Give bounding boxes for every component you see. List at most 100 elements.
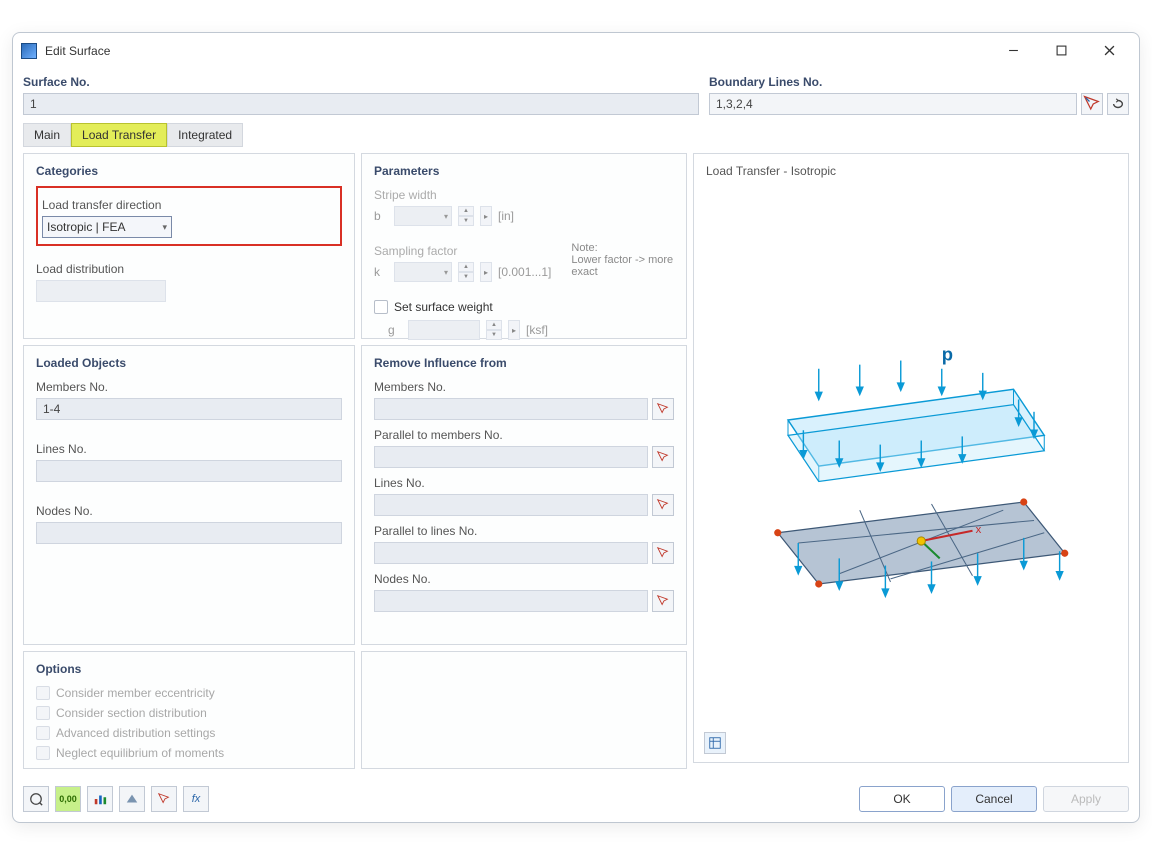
minimize-button[interactable] bbox=[995, 37, 1031, 65]
tab-load-transfer[interactable]: Load Transfer bbox=[71, 123, 167, 147]
remove-members-input[interactable] bbox=[374, 398, 648, 420]
cursor-icon[interactable] bbox=[151, 786, 177, 812]
app-icon bbox=[21, 43, 37, 59]
remove-title: Remove Influence from bbox=[374, 356, 674, 370]
bottom-bar: 0,00 fx OK Cancel Apply bbox=[13, 775, 1139, 822]
empty-panel bbox=[361, 651, 687, 769]
top-load-plate bbox=[788, 361, 1044, 482]
remove-lines-input[interactable] bbox=[374, 494, 648, 516]
tab-bar: Main Load Transfer Integrated bbox=[13, 115, 1139, 147]
neg-label: Neglect equilibrium of moments bbox=[56, 746, 224, 760]
tab-integrated[interactable]: Integrated bbox=[167, 123, 243, 147]
surface-no-input[interactable] bbox=[23, 93, 699, 115]
help-icon[interactable] bbox=[23, 786, 49, 812]
window-title: Edit Surface bbox=[45, 44, 995, 58]
pick-boundary-icon[interactable] bbox=[1081, 93, 1103, 115]
note-2: Lower factor -> more exact bbox=[571, 254, 674, 278]
note-1: Note: bbox=[571, 242, 674, 254]
weight-unit: [ksf] bbox=[526, 323, 548, 337]
remove-parallel-members-label: Parallel to members No. bbox=[374, 428, 674, 442]
stripe-arrow-icon[interactable]: ▸ bbox=[480, 206, 492, 226]
sampling-sym: k bbox=[374, 265, 388, 279]
lines-label: Lines No. bbox=[36, 442, 342, 456]
edit-surface-dialog: Edit Surface Surface No. Boundary Lines … bbox=[12, 32, 1140, 823]
pick-members-icon[interactable] bbox=[652, 398, 674, 420]
remove-parallel-lines-input[interactable] bbox=[374, 542, 648, 564]
options-title: Options bbox=[36, 662, 342, 676]
apply-button: Apply bbox=[1043, 786, 1129, 812]
remove-nodes-label: Nodes No. bbox=[374, 572, 674, 586]
boundary-lines-label: Boundary Lines No. bbox=[709, 75, 1129, 89]
nodes-input[interactable] bbox=[36, 522, 342, 544]
sampling-arrow-icon[interactable]: ▸ bbox=[480, 262, 492, 282]
adv-checkbox[interactable] bbox=[36, 726, 50, 740]
set-weight-label: Set surface weight bbox=[394, 300, 493, 314]
loop-boundary-icon[interactable] bbox=[1107, 93, 1129, 115]
load-transfer-diagram: p bbox=[706, 338, 1116, 646]
preview-title: Load Transfer - Isotropic bbox=[706, 164, 1116, 178]
remove-lines-label: Lines No. bbox=[374, 476, 674, 490]
fit-icon[interactable] bbox=[119, 786, 145, 812]
direction-highlight: Load transfer direction Isotropic | FEA … bbox=[36, 186, 342, 246]
weight-arrow-icon[interactable]: ▸ bbox=[508, 320, 520, 340]
stripe-unit: [in] bbox=[498, 209, 514, 223]
sampling-spinner[interactable]: ▲▼ bbox=[458, 262, 474, 282]
remove-nodes-input[interactable] bbox=[374, 590, 648, 612]
direction-value: Isotropic | FEA bbox=[47, 220, 125, 234]
fx-icon[interactable]: fx bbox=[183, 786, 209, 812]
remove-members-label: Members No. bbox=[374, 380, 674, 394]
stripe-label: Stripe width bbox=[374, 188, 674, 202]
titlebar: Edit Surface bbox=[13, 33, 1139, 69]
options-panel: Options Consider member eccentricity Con… bbox=[23, 651, 355, 769]
categories-panel: Categories Load transfer direction Isotr… bbox=[23, 153, 355, 339]
categories-title: Categories bbox=[36, 164, 342, 178]
pick-parallel-lines-icon[interactable] bbox=[652, 542, 674, 564]
adv-label: Advanced distribution settings bbox=[56, 726, 215, 740]
loaded-title: Loaded Objects bbox=[36, 356, 342, 370]
pick-parallel-members-icon[interactable] bbox=[652, 446, 674, 468]
close-button[interactable] bbox=[1091, 37, 1127, 65]
set-weight-checkbox[interactable] bbox=[374, 300, 388, 314]
boundary-lines-input[interactable] bbox=[709, 93, 1077, 115]
units-icon[interactable]: 0,00 bbox=[55, 786, 81, 812]
tab-main[interactable]: Main bbox=[23, 123, 71, 147]
direction-label: Load transfer direction bbox=[42, 198, 336, 212]
direction-select[interactable]: Isotropic | FEA ▾ bbox=[42, 216, 172, 238]
weight-sym: g bbox=[388, 323, 402, 337]
preview-p-label: p bbox=[942, 344, 953, 365]
stripe-spinner[interactable]: ▲▼ bbox=[458, 206, 474, 226]
distribution-input[interactable] bbox=[36, 280, 166, 302]
stripe-input[interactable]: ▾ bbox=[394, 206, 452, 226]
sampling-unit: [0.001...1] bbox=[498, 265, 551, 279]
bottom-mesh: x bbox=[774, 498, 1068, 596]
parameters-title: Parameters bbox=[374, 164, 674, 178]
chart-icon[interactable] bbox=[87, 786, 113, 812]
nodes-label: Nodes No. bbox=[36, 504, 342, 518]
svg-text:x: x bbox=[976, 524, 982, 536]
chevron-down-icon: ▾ bbox=[162, 222, 167, 233]
remove-influence-panel: Remove Influence from Members No. Parall… bbox=[361, 345, 687, 645]
remove-parallel-lines-label: Parallel to lines No. bbox=[374, 524, 674, 538]
ecc-checkbox[interactable] bbox=[36, 686, 50, 700]
cancel-button[interactable]: Cancel bbox=[951, 786, 1037, 812]
dist-label: Consider section distribution bbox=[56, 706, 207, 720]
maximize-button[interactable] bbox=[1043, 37, 1079, 65]
neg-checkbox[interactable] bbox=[36, 746, 50, 760]
lines-input[interactable] bbox=[36, 460, 342, 482]
sampling-input[interactable]: ▾ bbox=[394, 262, 452, 282]
parameters-panel: Parameters Stripe width b ▾ ▲▼ ▸ [in] Sa… bbox=[361, 153, 687, 339]
remove-parallel-members-input[interactable] bbox=[374, 446, 648, 468]
preview-settings-button[interactable] bbox=[704, 732, 726, 754]
members-label: Members No. bbox=[36, 380, 342, 394]
preview-panel: Load Transfer - Isotropic p bbox=[693, 153, 1129, 763]
stripe-sym: b bbox=[374, 209, 388, 223]
loaded-objects-panel: Loaded Objects Members No. Lines No. Nod… bbox=[23, 345, 355, 645]
pick-nodes-icon[interactable] bbox=[652, 590, 674, 612]
weight-input[interactable] bbox=[408, 320, 480, 340]
members-input[interactable] bbox=[36, 398, 342, 420]
pick-lines-icon[interactable] bbox=[652, 494, 674, 516]
distribution-label: Load distribution bbox=[36, 262, 342, 276]
ok-button[interactable]: OK bbox=[859, 786, 945, 812]
weight-spinner[interactable]: ▲▼ bbox=[486, 320, 502, 340]
dist-checkbox[interactable] bbox=[36, 706, 50, 720]
